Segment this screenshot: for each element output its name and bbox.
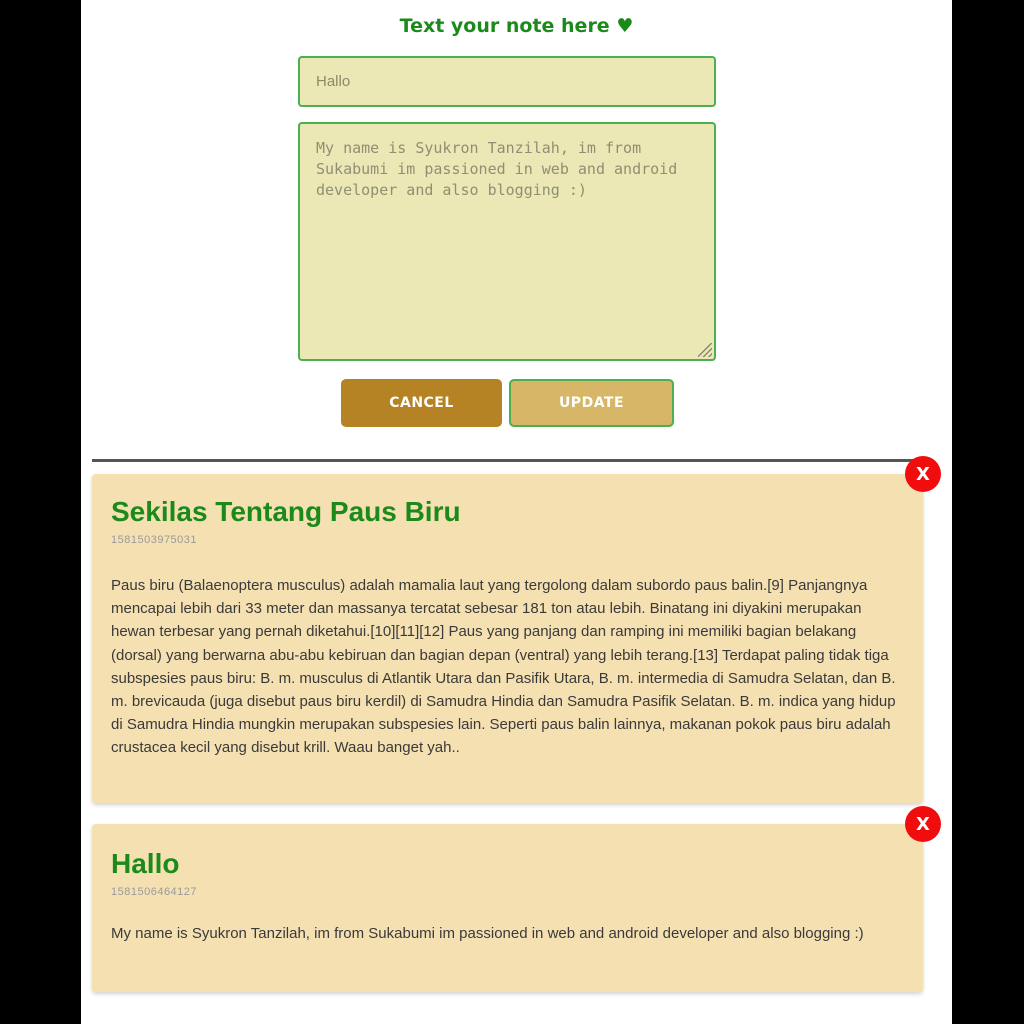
resize-handle-icon[interactable] [698, 343, 712, 357]
delete-note-button[interactable]: X [905, 456, 941, 492]
note-title-input[interactable]: Hallo [298, 56, 716, 107]
update-button[interactable]: UPDATE [509, 379, 674, 427]
divider [92, 459, 923, 462]
note-id: 1581506464127 [111, 886, 198, 898]
cancel-button[interactable]: CANCEL [341, 379, 502, 427]
note-title-value: Hallo [316, 73, 351, 90]
note-card: Sekilas Tentang Paus Biru 1581503975031 … [92, 474, 923, 803]
note-card: Hallo 1581506464127 My name is Syukron T… [92, 824, 923, 992]
note-id: 1581503975031 [111, 534, 198, 546]
note-title: Hallo [111, 848, 180, 879]
note-title: Sekilas Tentang Paus Biru [111, 496, 461, 527]
delete-note-button[interactable]: X [905, 806, 941, 842]
note-body-value: My name is Syukron Tanzilah, im from Suk… [316, 139, 678, 199]
note-body-textarea[interactable]: My name is Syukron Tanzilah, im from Suk… [298, 122, 716, 361]
note-body: My name is Syukron Tanzilah, im from Suk… [111, 925, 864, 942]
form-heading: Text your note here ♥ [399, 15, 634, 37]
notes-app: Text your note here ♥ Hallo My name is S… [81, 0, 952, 1024]
note-body: Paus biru (Balaenoptera musculus) adalah… [111, 577, 896, 757]
